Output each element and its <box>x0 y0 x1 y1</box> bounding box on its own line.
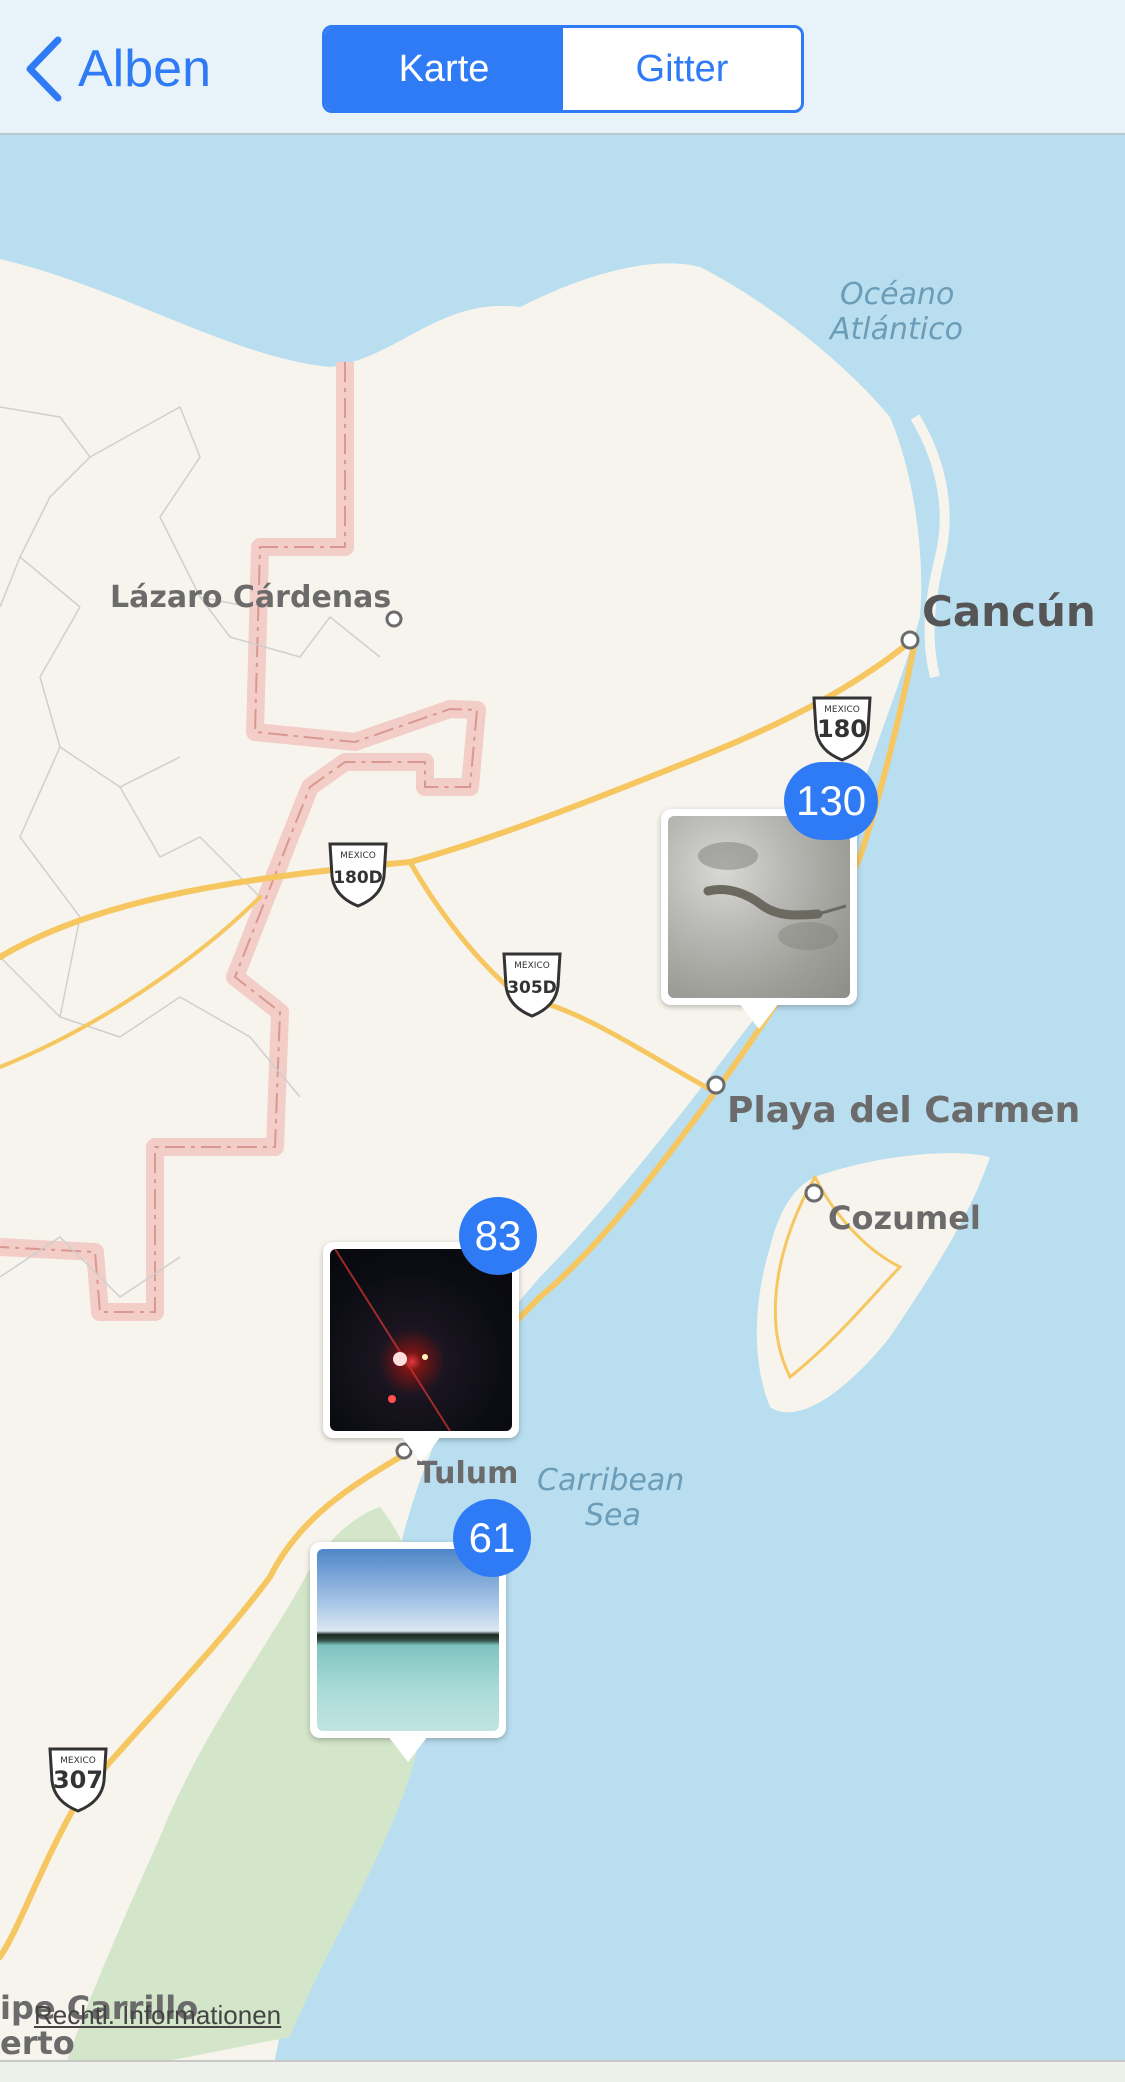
cluster-count-badge: 61 <box>453 1499 531 1577</box>
carribean-label-2: Sea <box>585 1498 641 1533</box>
cozumel-dot <box>804 1183 824 1203</box>
highway-shield-180: MEXICO 180 <box>812 696 872 762</box>
night-road-photo <box>330 1249 512 1431</box>
cluster-count-badge: 130 <box>784 762 879 840</box>
map-view[interactable]: Océano Atlántico Carribean Sea Cancún Lá… <box>0 137 1125 2082</box>
pin-tail <box>388 1736 428 1762</box>
svg-text:180: 180 <box>817 715 867 743</box>
svg-text:MEXICO: MEXICO <box>340 851 376 861</box>
playa-dot <box>706 1075 726 1095</box>
iguana-photo <box>668 816 850 998</box>
segment-map[interactable]: Karte <box>325 28 563 110</box>
legal-info-link[interactable]: Rechtl. Informationen <box>34 2000 281 2031</box>
atlantic-label-1: Océano <box>840 277 955 312</box>
svg-text:305D: 305D <box>507 978 557 998</box>
highway-shield-305d: MEXICO 305D <box>502 952 562 1018</box>
svg-text:MEXICO: MEXICO <box>824 705 860 715</box>
svg-text:180D: 180D <box>333 868 383 888</box>
bottom-bar <box>0 2060 1125 2082</box>
pin-tail <box>739 1003 779 1029</box>
cancun-label: Cancún <box>922 587 1096 636</box>
segment-grid[interactable]: Gitter <box>563 28 801 110</box>
view-segmented-control: Karte Gitter <box>322 25 804 113</box>
back-button[interactable]: Alben <box>24 34 211 104</box>
lazaro-cardenas-label: Lázaro Cárdenas <box>110 580 392 615</box>
atlantic-label-2: Atlántico <box>830 312 963 347</box>
navigation-bar: Alben Karte Gitter <box>0 0 1125 135</box>
svg-text:307: 307 <box>53 1766 103 1794</box>
svg-text:MEXICO: MEXICO <box>60 1756 96 1766</box>
back-label: Alben <box>78 40 211 98</box>
carribean-label-1: Carribean <box>537 1463 685 1498</box>
chevron-left-icon <box>26 36 62 102</box>
highway-shield-307: MEXICO 307 <box>48 1747 108 1813</box>
cluster-count-badge: 83 <box>459 1197 537 1275</box>
lagoon-photo <box>317 1549 499 1731</box>
pin-tail <box>401 1436 441 1462</box>
highway-shield-180d: MEXICO 180D <box>328 842 388 908</box>
cozumel-label: Cozumel <box>828 1199 981 1237</box>
playa-del-carmen-label: Playa del Carmen <box>727 1090 1081 1131</box>
cancun-dot <box>900 630 920 650</box>
svg-text:MEXICO: MEXICO <box>514 961 550 971</box>
